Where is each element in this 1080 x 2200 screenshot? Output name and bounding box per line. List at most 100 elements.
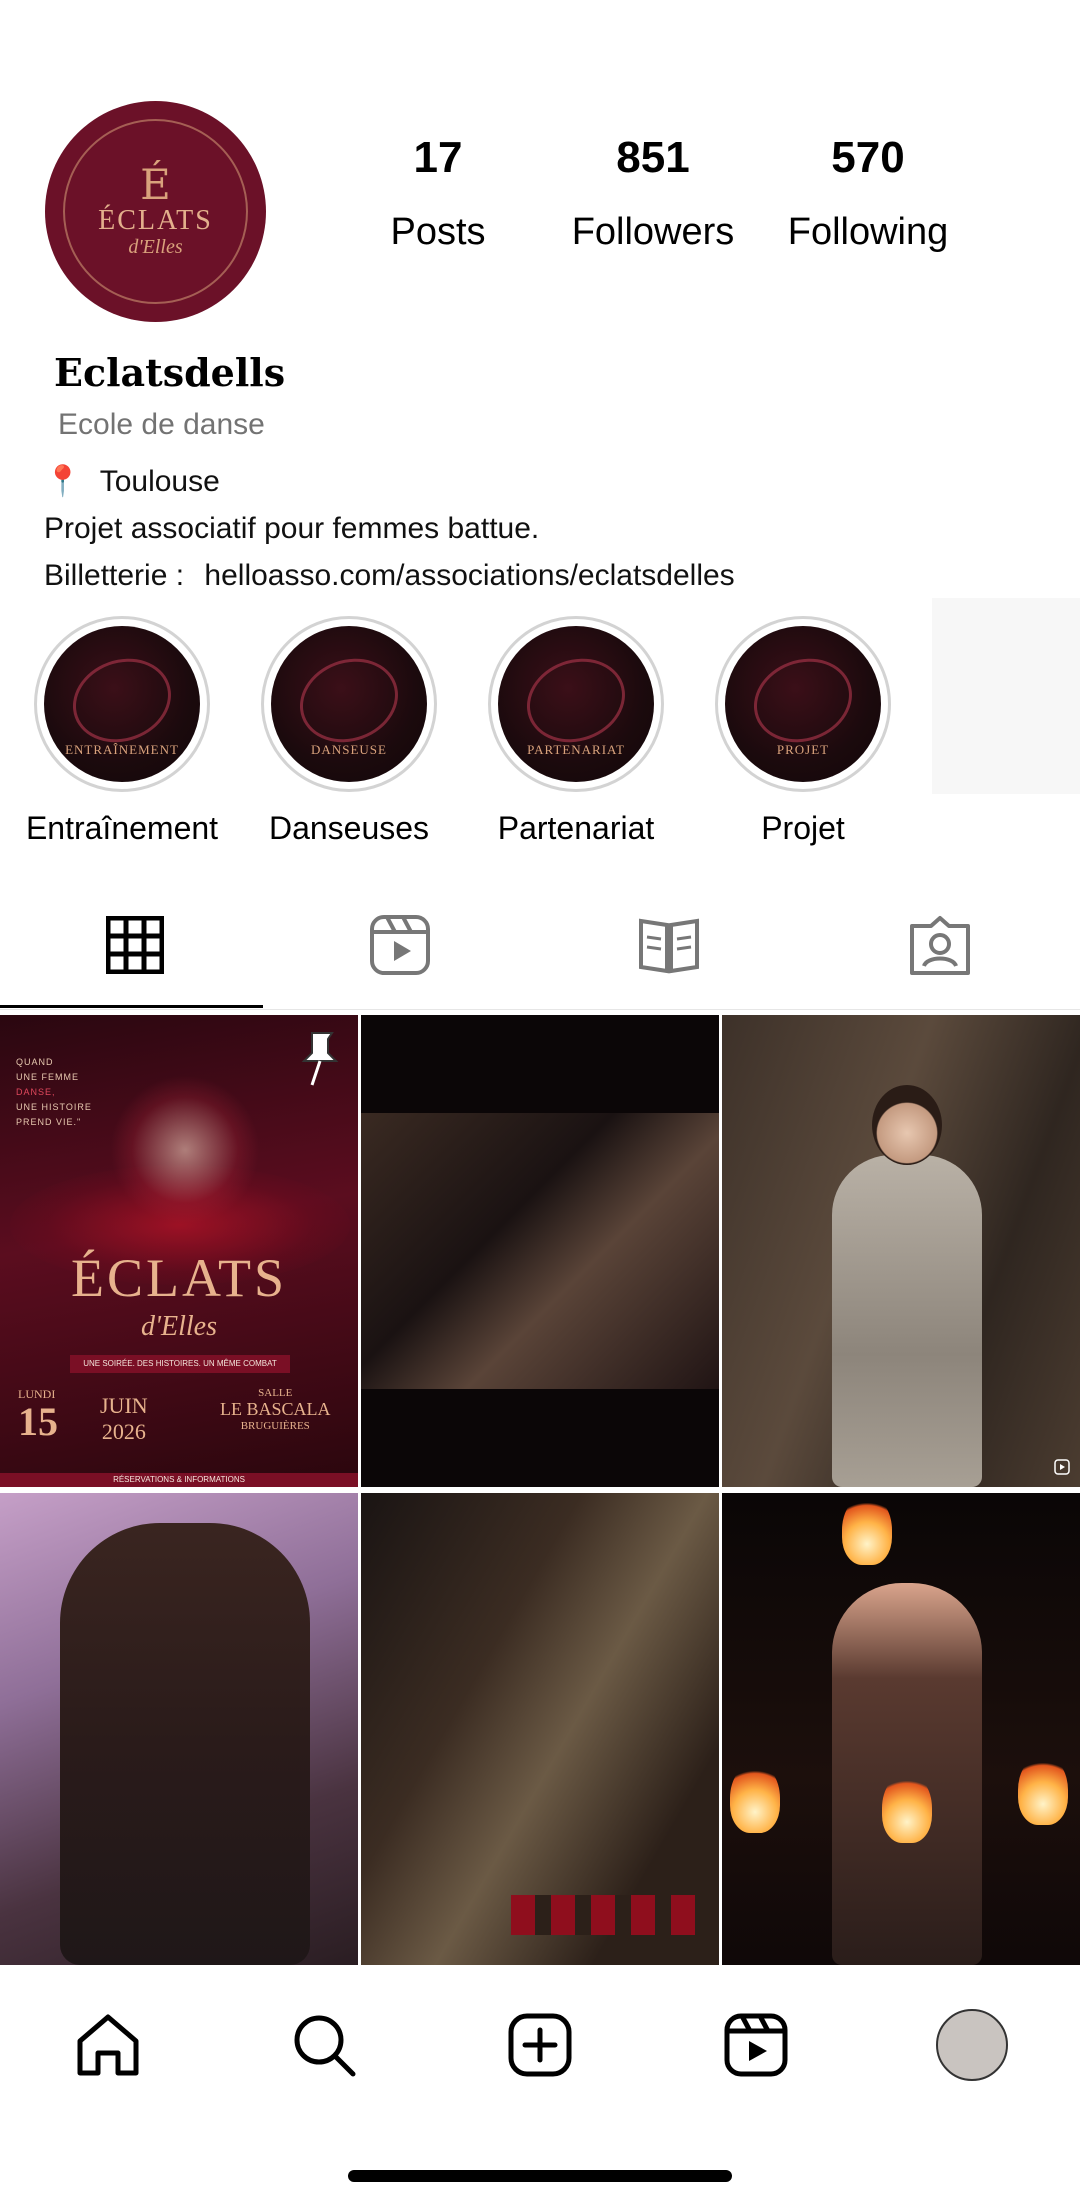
guide-icon — [639, 918, 699, 974]
profile-avatar-large[interactable]: É ÉCLATS d'Elles — [45, 101, 266, 322]
tab-tagged[interactable] — [805, 880, 1075, 1010]
highlight-ring: DANSEUSE — [261, 616, 437, 792]
performance-scene — [361, 1113, 719, 1389]
highlight-tag: DANSEUSE — [311, 742, 387, 757]
location-line: 📍 Toulouse — [44, 464, 220, 499]
poster-venue-name: LE BASCALA — [220, 1399, 331, 1419]
poster-quote-line: DANSE, — [16, 1087, 56, 1097]
highlight-cover: PROJET — [725, 626, 881, 782]
highlight-danseuses[interactable]: DANSEUSE Danseuses — [261, 616, 437, 847]
highlight-swirl — [61, 645, 183, 757]
highlight-projet[interactable]: PROJET Projet — [715, 616, 891, 847]
highlight-ring: ENTRAÎNEMENT — [34, 616, 210, 792]
highlight-cover: PARTENARIAT — [498, 626, 654, 782]
tagged-icon — [910, 916, 970, 975]
highlight-entrainement[interactable]: ENTRAÎNEMENT Entraînement — [26, 616, 218, 847]
link-prefix: Billetterie : — [44, 559, 185, 592]
posts-count: 17 — [413, 133, 463, 182]
stat-following[interactable]: 570 Following — [758, 128, 978, 262]
nav-home[interactable] — [68, 2005, 148, 2085]
highlight-label: Partenariat — [497, 810, 655, 846]
profile-tabs — [0, 880, 1080, 1010]
poster-title-sub: d'Elles — [141, 1311, 217, 1342]
posts-grid: QUAND UNE FEMME DANSE, UNE HISTOIRE PREN… — [0, 1015, 1080, 1965]
nav-search[interactable] — [284, 2005, 364, 2085]
logo-ring: É ÉCLATS d'Elles — [63, 119, 248, 304]
highlight-tag: ENTRAÎNEMENT — [65, 742, 179, 757]
following-label: Following — [787, 211, 949, 253]
nav-profile[interactable] — [932, 2005, 1012, 2085]
bio-text: Projet associatif pour femmes battue. — [44, 512, 540, 545]
home-indicator — [348, 2170, 732, 2182]
reel-badge-icon — [1054, 1459, 1070, 1475]
nav-reels[interactable] — [716, 2005, 796, 2085]
profile-avatar — [936, 2009, 1008, 2081]
fire-flame — [842, 1495, 892, 1565]
nav-create[interactable] — [500, 2005, 580, 2085]
tab-grid[interactable] — [0, 880, 270, 1010]
home-icon — [77, 2014, 139, 2076]
fire-flame — [882, 1773, 932, 1843]
poster-month-name: JUIN — [100, 1393, 148, 1418]
followers-count: 851 — [616, 133, 690, 182]
tab-reels[interactable] — [265, 880, 535, 1010]
location-pin-icon: 📍 — [44, 465, 82, 498]
dancer-figure — [60, 1523, 310, 1965]
posts-label: Posts — [390, 211, 486, 253]
poster-venue-label: SALLE — [258, 1387, 293, 1399]
poster-month: JUIN 2026 — [100, 1393, 148, 1445]
profile-username: Eclatsdells — [54, 350, 286, 395]
highlight-label: Danseuses — [268, 810, 430, 846]
post-photo-portrait[interactable] — [722, 1015, 1080, 1487]
search-icon — [294, 2015, 356, 2077]
highlight-label: Projet — [761, 810, 845, 846]
bio-link-line: Billetterie : helloasso.com/associations… — [44, 559, 735, 593]
poster-quote-line: UNE HISTOIRE — [16, 1102, 92, 1112]
poster-band: UNE SOIRÉE. DES HISTOIRES. UN MÊME COMBA… — [70, 1355, 290, 1373]
poster-quote-line: UNE FEMME — [16, 1072, 79, 1082]
followers-label: Followers — [571, 211, 735, 253]
reels-nav-icon — [724, 2013, 788, 2077]
fire-flame — [730, 1763, 780, 1833]
poster-year: 2026 — [101, 1419, 146, 1444]
grid-icon — [106, 916, 164, 974]
post-photo-dancer[interactable] — [0, 1493, 358, 1965]
logo-sub: d'Elles — [128, 236, 183, 259]
post-photo-fire[interactable] — [722, 1493, 1080, 1965]
poster-city: BRUGUIÈRES — [240, 1420, 310, 1432]
tab-guides[interactable] — [534, 880, 804, 1010]
post-photo-performance[interactable] — [361, 1015, 719, 1487]
poster-quote-line: QUAND — [16, 1057, 54, 1067]
portrait-dress — [832, 1155, 982, 1487]
active-tab-indicator — [0, 1005, 263, 1008]
fire-flame — [1018, 1755, 1068, 1825]
highlight-swirl — [742, 645, 864, 757]
pin-icon — [301, 1032, 339, 1086]
highlight-partenariat[interactable]: PARTENARIAT Partenariat — [488, 616, 664, 847]
highlight-swirl — [288, 645, 410, 757]
portrait-head — [872, 1085, 942, 1165]
post-photo-group[interactable] — [361, 1493, 719, 1965]
stat-posts[interactable]: 17 Posts — [328, 128, 548, 262]
following-count: 570 — [831, 133, 905, 182]
poster-quote: QUAND UNE FEMME DANSE, UNE HISTOIRE PREN… — [16, 1055, 92, 1130]
profile-stats: 17 Posts 851 Followers 570 Following — [340, 128, 1080, 268]
bio-link[interactable]: helloasso.com/associations/eclatsdelles — [204, 559, 734, 592]
logo-letter: É — [140, 159, 171, 209]
post-poster[interactable]: QUAND UNE FEMME DANSE, UNE HISTOIRE PREN… — [0, 1015, 358, 1487]
group-chairs — [511, 1895, 711, 1935]
poster-quote-line: PREND VIE." — [16, 1117, 82, 1127]
poster-footer: RÉSERVATIONS & INFORMATIONS — [0, 1473, 358, 1487]
location-text: Toulouse — [99, 465, 220, 498]
highlight-swirl — [515, 645, 637, 757]
highlight-overflow-fade — [932, 598, 1080, 794]
reels-icon — [370, 915, 430, 975]
highlight-ring: PARTENARIAT — [488, 616, 664, 792]
profile-category: Ecole de danse — [58, 408, 265, 441]
poster-venue: SALLE LE BASCALA BRUGUIÈRES — [220, 1387, 331, 1432]
highlight-ring: PROJET — [715, 616, 891, 792]
highlight-tag: PROJET — [776, 742, 830, 757]
stat-followers[interactable]: 851 Followers — [543, 128, 763, 262]
highlight-cover: DANSEUSE — [271, 626, 427, 782]
highlight-tag: PARTENARIAT — [527, 742, 625, 757]
